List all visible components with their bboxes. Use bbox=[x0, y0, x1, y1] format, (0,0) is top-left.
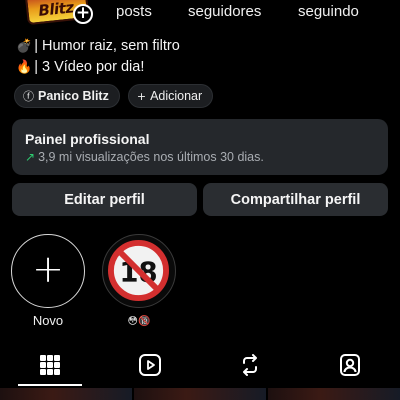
tab-reels[interactable] bbox=[136, 351, 164, 379]
post-thumbnail[interactable] bbox=[0, 388, 132, 400]
posts-grid-preview bbox=[0, 388, 400, 400]
post-thumbnail[interactable] bbox=[268, 388, 400, 400]
plus-icon: + bbox=[136, 89, 147, 103]
highlight-label: Novo bbox=[32, 313, 64, 328]
share-profile-button[interactable]: Compartilhar perfil bbox=[203, 183, 388, 216]
profile-tabs bbox=[0, 345, 400, 387]
highlight-circle: + bbox=[11, 234, 85, 308]
plus-icon: + bbox=[32, 247, 64, 291]
grid-icon bbox=[40, 355, 60, 375]
highlight-18[interactable]: 18 😳🔞 bbox=[102, 234, 176, 331]
add-link-chip[interactable]: + Adicionar bbox=[127, 84, 214, 108]
tab-reposts[interactable] bbox=[236, 351, 264, 379]
profile-stats-row: Blitz + posts seguidores seguindo bbox=[0, 0, 400, 28]
chip-label: Adicionar bbox=[150, 89, 203, 103]
reposts-icon bbox=[243, 354, 257, 376]
professional-dashboard[interactable]: Painel profissional ↗ 3,9 mi visualizaçõe… bbox=[12, 119, 388, 175]
posts-label[interactable]: posts bbox=[116, 3, 152, 20]
bio-line-2: 🔥 | 3 Vídeo por dia! bbox=[16, 57, 180, 78]
add-story-icon[interactable]: + bbox=[73, 4, 93, 24]
views-summary: 3,9 mi visualizações nos últimos 30 dias… bbox=[38, 150, 264, 164]
facebook-profile-chip[interactable]: ⓕ Panico Blitz bbox=[14, 84, 120, 108]
profile-links: ⓕ Panico Blitz + Adicionar bbox=[14, 84, 214, 108]
tab-tagged[interactable] bbox=[336, 351, 364, 379]
chip-label: Panico Blitz bbox=[38, 89, 109, 103]
followers-label[interactable]: seguidores bbox=[188, 3, 261, 20]
bomb-emoji: 💣 bbox=[16, 39, 33, 54]
bio-line-1: 💣 | Humor raiz, sem filtro bbox=[16, 36, 180, 57]
dashboard-subtitle: ↗ 3,9 mi visualizações nos últimos 30 dia… bbox=[25, 150, 264, 164]
no-under-18-icon: 18 bbox=[107, 239, 170, 302]
facebook-icon: ⓕ bbox=[23, 90, 34, 103]
bio-text-1: | Humor raiz, sem filtro bbox=[34, 38, 180, 54]
highlight-label: 😳🔞 bbox=[127, 316, 151, 327]
highlight-circle: 18 bbox=[102, 234, 176, 308]
trend-up-icon: ↗ bbox=[25, 150, 36, 164]
reels-icon bbox=[139, 354, 161, 376]
bio-text-2: | 3 Vídeo por dia! bbox=[34, 59, 145, 75]
post-thumbnail[interactable] bbox=[134, 388, 266, 400]
tagged-icon bbox=[340, 354, 360, 376]
highlight-new[interactable]: + Novo bbox=[11, 234, 85, 331]
tab-selected-indicator bbox=[18, 384, 82, 386]
following-label[interactable]: seguindo bbox=[298, 3, 359, 20]
fire-emoji: 🔥 bbox=[16, 60, 33, 75]
logo-text: Blitz bbox=[37, 0, 75, 20]
profile-avatar[interactable]: Blitz + bbox=[24, 0, 93, 26]
profile-bio: 💣 | Humor raiz, sem filtro 🔥 | 3 Vídeo por… bbox=[16, 36, 180, 78]
dashboard-title: Painel profissional bbox=[25, 131, 150, 147]
edit-profile-button[interactable]: Editar perfil bbox=[12, 183, 197, 216]
tab-posts-grid[interactable] bbox=[36, 351, 64, 379]
